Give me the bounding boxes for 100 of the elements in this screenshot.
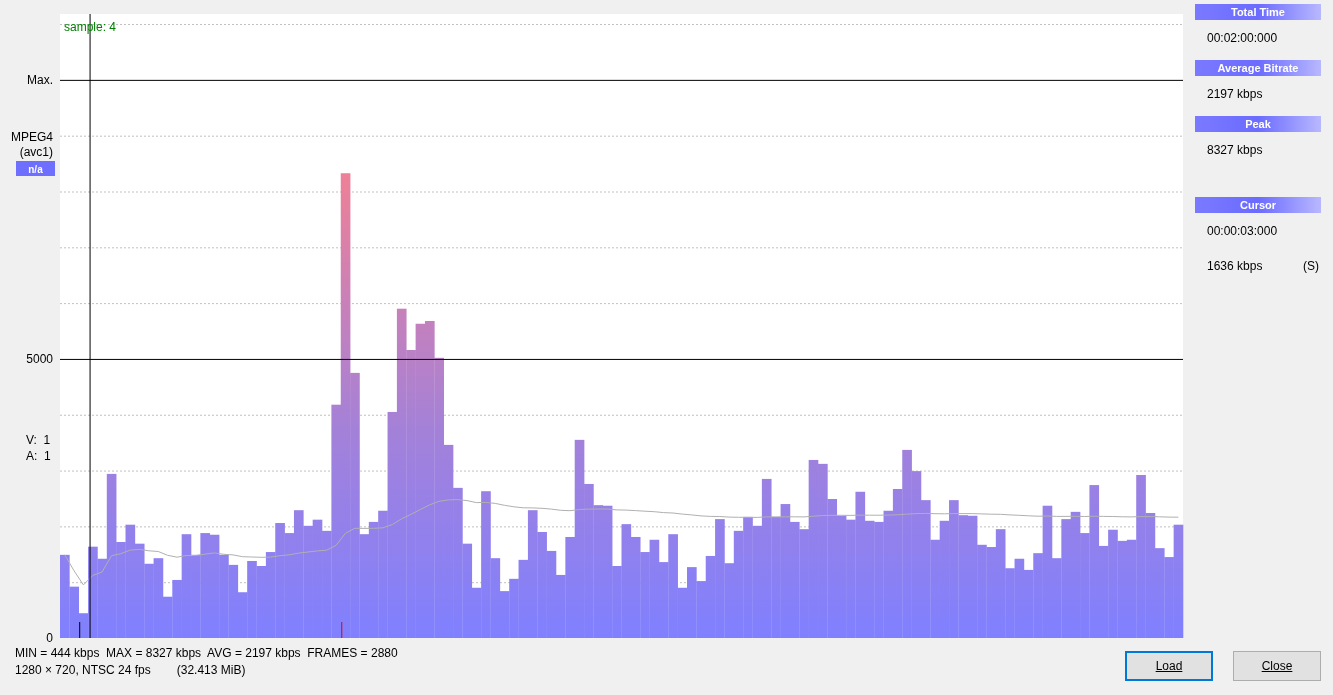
bar [827,499,838,638]
bar [162,596,173,638]
bar [874,521,884,638]
peak-marker [341,621,343,639]
bar [1154,548,1165,638]
bar [584,483,594,638]
codec-badge: n/a [16,161,55,176]
bar [1136,475,1146,638]
stream-count: V: 1 [26,433,51,447]
bar [247,560,257,638]
bar [453,487,463,638]
file-size: (32.413 MiB) [176,662,246,679]
bar [668,534,678,638]
bar [565,536,576,638]
bar [125,524,136,638]
bar [771,516,781,638]
bar [406,350,416,638]
bar [930,539,940,638]
bar [967,515,978,638]
bar [303,525,313,638]
bar [883,510,894,638]
bar [696,581,707,638]
bar [256,566,267,638]
bar [995,529,1006,638]
bar [733,530,744,638]
bar [153,558,164,638]
bar [350,372,360,638]
bar [97,558,108,638]
bar [546,550,557,638]
codec-label: MPEG4 [11,130,53,144]
info-value: 00:02:00:000 [1207,29,1278,47]
bar [509,578,519,638]
bar [621,524,632,638]
bar [752,525,763,638]
bar [1117,540,1128,638]
bar [322,530,332,638]
bar [200,533,211,638]
stream-count: A: 1 [26,449,51,463]
axis-label: 5000 [26,351,53,366]
bar [630,536,641,638]
bar [977,544,987,638]
bar [864,520,875,638]
bar [490,558,501,638]
bar [649,539,660,638]
bar [1126,539,1137,638]
bar [340,173,351,638]
bar [481,491,491,638]
info-value: 1636 kbps [1207,257,1263,275]
bar [555,574,566,638]
info-value: 00:00:03:000 [1207,222,1278,240]
section-header: Cursor [1195,197,1321,213]
bar [144,563,154,638]
bar [1098,545,1109,638]
bar [499,591,510,638]
dialog-button[interactable]: Close [1233,651,1321,681]
bar [902,449,912,638]
bar [219,554,229,638]
section-header: Total Time [1195,4,1321,20]
bar [724,563,735,638]
bar [911,471,922,638]
bar [1033,553,1043,638]
bar [949,500,959,638]
video-format: 1280 × 720, NTSC 24 fps [15,662,151,679]
bar [1061,519,1071,638]
bar [275,523,285,638]
bar [920,500,931,638]
bar [855,491,866,638]
bar [1089,485,1100,638]
bar [574,439,585,638]
bar [846,519,856,638]
info-value: 8327 kbps [1207,141,1263,159]
bar [1145,512,1156,638]
bar [284,533,295,638]
bar [106,473,117,638]
bar [518,559,529,638]
bar [424,320,435,638]
bar [1023,569,1034,638]
bar [293,510,304,638]
bar [1164,557,1174,638]
bar [471,587,482,638]
bar [705,555,716,638]
bar [1108,529,1118,638]
cursor-line[interactable] [89,13,91,639]
bar [677,587,688,638]
bar [818,463,828,638]
dialog-button[interactable]: Load [1125,651,1213,681]
bar [761,478,772,638]
bar [687,567,697,638]
bar [387,411,398,638]
bar [986,547,997,638]
bar [228,564,239,638]
axis-label: 0 [46,631,53,645]
bar [209,534,220,638]
bar [612,566,622,638]
bar [116,542,126,638]
section-header: Peak [1195,116,1321,132]
bar [60,554,70,638]
bar [1051,558,1062,638]
bar [462,543,473,638]
bar [172,579,182,638]
